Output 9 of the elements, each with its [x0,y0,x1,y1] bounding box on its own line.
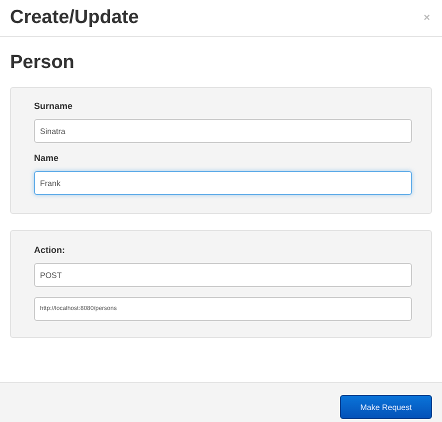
section-heading: Person [10,52,76,74]
method-field[interactable]: POST [34,263,412,287]
field-label: Action: [34,245,66,255]
make-request-button[interactable]: Make Request [340,395,432,419]
text-field[interactable]: Frank [34,171,412,195]
text-field[interactable]: Sinatra [34,119,412,143]
dialog-title: Create/Update [10,7,139,29]
field-label: Surname [34,101,74,111]
field-label: Name [34,153,60,163]
